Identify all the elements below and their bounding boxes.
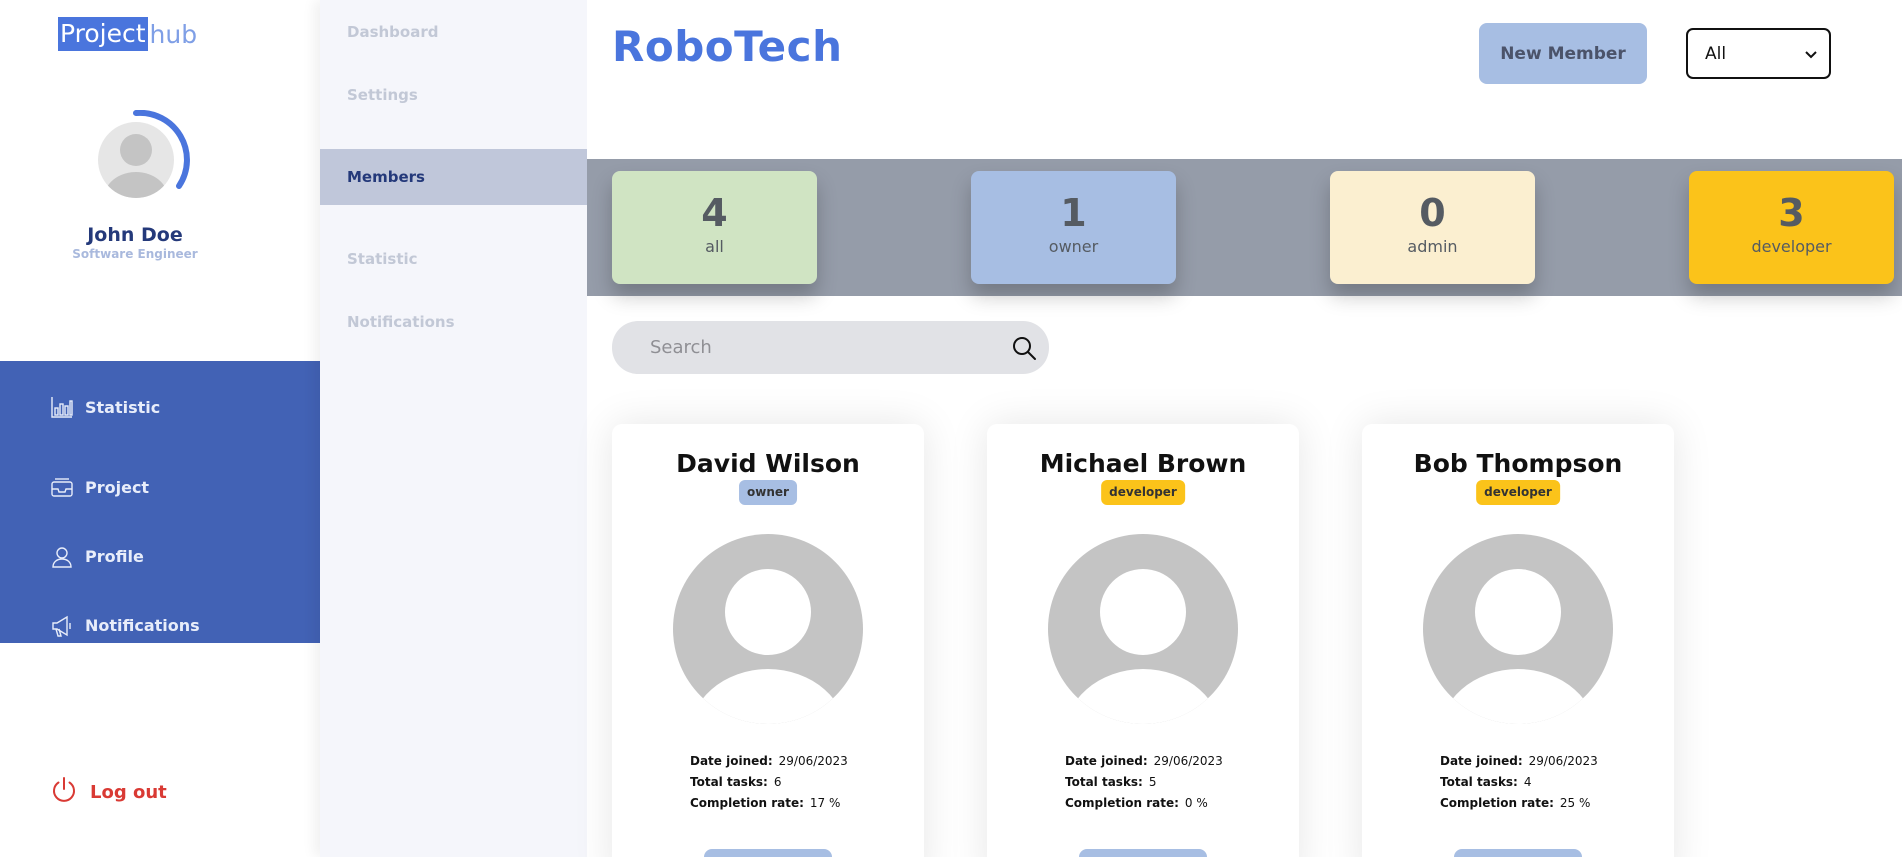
member-action-button[interactable]	[1079, 849, 1207, 857]
main-nav-label: Project	[85, 478, 150, 497]
role-badge: developer	[1101, 480, 1185, 505]
info-label: Completion rate:	[690, 796, 804, 810]
date-joined-value: 29/06/2023	[778, 754, 848, 768]
date-joined-value: 29/06/2023	[1153, 754, 1223, 768]
logout-button[interactable]: Log out	[50, 776, 167, 808]
role-badge: developer	[1476, 480, 1560, 505]
stat-card-admin[interactable]: 0 admin	[1330, 171, 1535, 284]
stat-value: 1	[1060, 191, 1087, 235]
main-nav-label: Profile	[85, 547, 144, 566]
secondary-nav: Dashboard Settings Members Statistic Not…	[320, 0, 587, 857]
info-label: Completion rate:	[1440, 796, 1554, 810]
member-card: Michael Brown developer Date joined: 29/0…	[987, 424, 1299, 857]
sub-nav-item-members[interactable]: Members	[320, 149, 587, 205]
logout-label: Log out	[90, 781, 167, 803]
main-nav-label: Notifications	[85, 616, 200, 635]
stat-label: developer	[1751, 237, 1832, 256]
stat-value: 4	[701, 191, 728, 235]
search-placeholder: Search	[650, 337, 712, 358]
main-nav-item-profile[interactable]: Profile	[0, 522, 320, 591]
member-name: David Wilson	[676, 449, 860, 478]
stat-value: 3	[1778, 191, 1805, 235]
logo-hub-text: hub	[149, 19, 198, 49]
avatar[interactable]	[96, 109, 192, 206]
megaphone-icon	[50, 614, 74, 638]
main-nav-label: Statistic	[85, 397, 161, 417]
new-member-button[interactable]: New Member	[1479, 23, 1647, 84]
stat-card-all[interactable]: 4 all	[612, 171, 817, 284]
info-label: Date joined:	[1440, 754, 1523, 768]
info-label: Date joined:	[1065, 754, 1148, 768]
user-name: John Doe	[87, 224, 183, 246]
stat-card-owner[interactable]: 1 owner	[971, 171, 1176, 284]
member-avatar	[673, 534, 863, 724]
sub-nav-item-notifications[interactable]: Notifications	[320, 294, 587, 350]
sidebar: Project hub John Doe Software Engineer St…	[0, 0, 320, 857]
stats-band: 4 all 1 owner 0 admin 3 developer	[587, 159, 1902, 296]
app-root: Project hub John Doe Software Engineer St…	[0, 0, 1902, 857]
completion-rate-value: 0 %	[1184, 796, 1208, 810]
inbox-icon	[50, 476, 74, 500]
main-nav-item-statistic[interactable]: Statistic	[0, 384, 320, 430]
page-title: RoboTech	[612, 22, 843, 71]
user-icon	[50, 545, 74, 569]
user-role: Software Engineer	[72, 247, 198, 261]
role-filter-select[interactable]: All	[1686, 28, 1831, 79]
info-label: Total tasks:	[690, 775, 768, 789]
sub-nav-item-dashboard[interactable]: Dashboard	[320, 4, 587, 60]
main-content: RoboTech New Member All 4 all 1 owner 0 …	[587, 0, 1902, 857]
completion-rate-value: 25 %	[1559, 796, 1591, 810]
bar-chart-icon	[50, 395, 74, 419]
info-label: Total tasks:	[1065, 775, 1143, 789]
role-badge: owner	[739, 480, 797, 505]
main-nav-item-project[interactable]: Project	[0, 453, 320, 522]
info-label: Completion rate:	[1065, 796, 1179, 810]
logo[interactable]: Project hub	[58, 17, 197, 51]
logo-project-text: Project	[58, 17, 148, 51]
member-avatar	[1048, 534, 1238, 724]
search-icon[interactable]	[1011, 335, 1037, 361]
member-action-button[interactable]	[704, 849, 832, 857]
stat-label: all	[705, 237, 724, 256]
main-nav: Statistic Project Profile Notifications	[0, 361, 320, 643]
stat-value: 0	[1419, 191, 1446, 235]
chevron-down-icon	[1805, 44, 1817, 64]
total-tasks-value: 4	[1523, 775, 1532, 789]
member-action-button[interactable]	[1454, 849, 1582, 857]
sub-nav-item-statistic[interactable]: Statistic	[320, 231, 587, 287]
completion-rate-value: 17 %	[809, 796, 841, 810]
search-input[interactable]: Search	[612, 321, 1049, 374]
member-name: Bob Thompson	[1413, 449, 1623, 478]
member-card: Bob Thompson developer Date joined: 29/06…	[1362, 424, 1674, 857]
member-info: Date joined: 29/06/2023 Total tasks: 6 Com…	[690, 751, 848, 814]
info-label: Date joined:	[690, 754, 773, 768]
member-info: Date joined: 29/06/2023 Total tasks: 5 Com…	[1065, 751, 1223, 814]
stat-card-developer[interactable]: 3 developer	[1689, 171, 1894, 284]
member-card: David Wilson owner Date joined: 29/06/202…	[612, 424, 924, 857]
stat-label: admin	[1407, 237, 1458, 256]
date-joined-value: 29/06/2023	[1528, 754, 1598, 768]
sub-nav-item-settings[interactable]: Settings	[320, 67, 587, 123]
member-name: Michael Brown	[1039, 449, 1247, 478]
avatar-photo	[98, 109, 190, 198]
total-tasks-value: 5	[1148, 775, 1157, 789]
member-avatar	[1423, 534, 1613, 724]
power-icon	[50, 776, 78, 808]
stat-label: owner	[1048, 237, 1099, 256]
member-info: Date joined: 29/06/2023 Total tasks: 4 Com…	[1440, 751, 1598, 814]
info-label: Total tasks:	[1440, 775, 1518, 789]
total-tasks-value: 6	[773, 775, 782, 789]
main-nav-item-notifications[interactable]: Notifications	[0, 591, 320, 660]
filter-selected-value: All	[1705, 43, 1727, 64]
